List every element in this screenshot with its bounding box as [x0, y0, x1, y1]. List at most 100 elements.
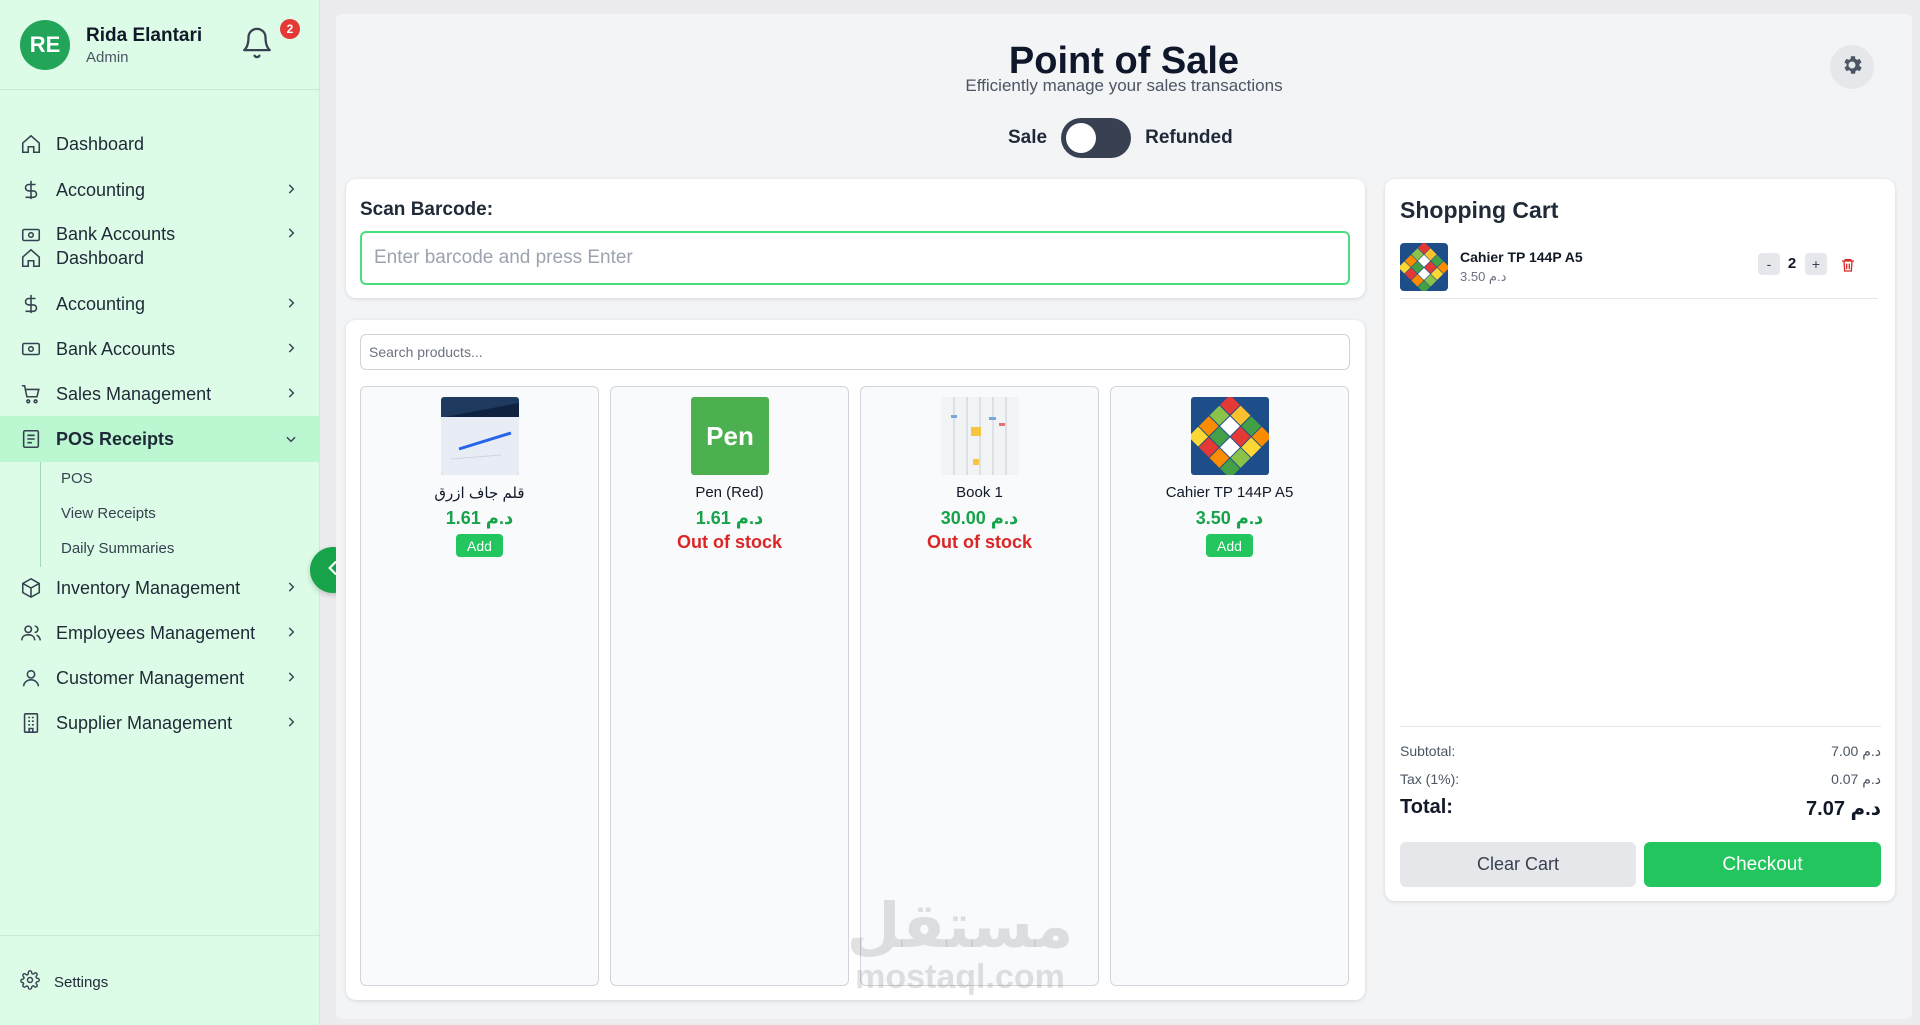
sub-nav: POS View Receipts Daily Summaries — [40, 462, 320, 567]
total-label: Total: — [1400, 796, 1453, 818]
receipt-icon — [20, 428, 42, 450]
mode-label-refunded: Refunded — [1145, 127, 1233, 148]
chevron-right-icon — [284, 341, 298, 355]
product-card[interactable]: قلم جاف ازرق 1.61 د.م Add — [360, 386, 599, 986]
divider — [0, 935, 320, 936]
user-icon — [20, 667, 42, 689]
mode-label-sale: Sale — [1008, 127, 1048, 148]
product-search-input[interactable] — [360, 334, 1350, 370]
nav-accounting-2[interactable]: Accounting — [0, 282, 320, 326]
product-image — [441, 397, 519, 475]
cart-item-name: Cahier TP 144P A5 — [1460, 249, 1583, 265]
chevron-right-icon — [284, 715, 298, 729]
product-image: Pen — [691, 397, 769, 475]
user-role: Admin — [86, 48, 129, 66]
chevron-down-icon — [284, 432, 298, 446]
nav-employees-management[interactable]: Employees Management — [0, 611, 320, 655]
trash-icon[interactable] — [1840, 256, 1856, 274]
subtotal-row: Subtotal: 7.00 د.م — [1400, 743, 1881, 760]
home-icon — [20, 133, 42, 155]
total-value: 7.07 د.م — [1806, 798, 1881, 820]
product-name: Cahier TP 144P A5 — [1165, 484, 1294, 501]
nav-sales-management[interactable]: Sales Management — [0, 372, 320, 416]
nav-supplier-management[interactable]: Supplier Management — [0, 701, 320, 745]
nav-label: Accounting — [56, 179, 146, 200]
tax-row: Tax (1%): 0.07 د.م — [1400, 771, 1881, 788]
avatar: RE — [20, 20, 70, 70]
settings-label: Settings — [54, 974, 109, 991]
total-row: Total: 7.07 د.م — [1400, 796, 1881, 821]
cart-item: Cahier TP 144P A5 3.50 د.م - 2 + — [1400, 243, 1878, 299]
bank-icon — [20, 338, 42, 360]
nav-label: Bank Accounts — [56, 338, 176, 359]
product-card[interactable]: Pen Pen (Red) 1.61 د.م Out of stock — [610, 386, 849, 986]
chevron-right-icon — [284, 670, 298, 684]
settings-link[interactable]: Settings — [20, 970, 108, 995]
page-subtitle: Efficiently manage your sales transactio… — [965, 76, 1283, 95]
nav-pos-receipts[interactable]: POS Receipts — [0, 416, 320, 462]
toggle-knob — [1066, 123, 1097, 153]
mode-toggle[interactable] — [1061, 118, 1132, 158]
bell-icon[interactable] — [240, 26, 274, 60]
nav-customer-management[interactable]: Customer Management — [0, 656, 320, 700]
add-to-cart-button[interactable]: Add — [1206, 534, 1253, 557]
dollar-icon — [20, 179, 42, 201]
tax-value: 0.07 د.م — [1831, 771, 1881, 787]
sub-item-pos[interactable]: POS — [61, 470, 93, 487]
watermark-arabic: مستقل — [846, 892, 1074, 961]
nav-label: Accounting — [56, 293, 146, 314]
nav-dashboard[interactable]: Dashboard — [0, 122, 320, 166]
chevron-right-icon — [284, 580, 298, 594]
home-icon — [20, 247, 42, 269]
checkout-button[interactable]: Checkout — [1644, 842, 1881, 887]
out-of-stock-label: Out of stock — [926, 532, 1032, 552]
nav-inventory-management[interactable]: Inventory Management — [0, 566, 320, 610]
scan-barcode-card: Scan Barcode: — [346, 179, 1365, 298]
dollar-icon — [20, 293, 42, 315]
nav-label: POS Receipts — [56, 428, 175, 449]
chevron-right-icon — [284, 296, 298, 310]
increase-qty-button[interactable]: + — [1805, 253, 1827, 275]
subtotal-label: Subtotal: — [1400, 743, 1456, 759]
product-name: Pen (Red) — [695, 484, 764, 501]
building-icon — [20, 712, 42, 734]
nav-label: Employees Management — [56, 622, 256, 643]
cart-title: Shopping Cart — [1400, 197, 1559, 223]
add-to-cart-button[interactable]: Add — [456, 534, 503, 557]
chevron-right-icon — [284, 386, 298, 400]
cart-item-qty: 2 — [1787, 255, 1797, 272]
nav-dashboard-2[interactable]: Dashboard — [0, 236, 320, 280]
users-icon — [20, 622, 42, 644]
gear-icon — [1840, 53, 1864, 82]
sub-item-daily-summaries[interactable]: Daily Summaries — [61, 540, 174, 557]
decrease-qty-button[interactable]: - — [1758, 253, 1780, 275]
sub-item-view-receipts[interactable]: View Receipts — [61, 505, 156, 522]
subtotal-value: 7.00 د.م — [1831, 743, 1881, 759]
product-image — [1191, 397, 1269, 475]
nav-bank-accounts-2[interactable]: Bank Accounts — [0, 327, 320, 371]
watermark: مستقل mostaql.com — [845, 892, 1075, 996]
chevron-right-icon — [284, 182, 298, 196]
product-card[interactable]: Cahier TP 144P A5 3.50 د.م Add — [1110, 386, 1349, 986]
product-price: 1.61 د.م — [695, 508, 764, 528]
gear-icon — [20, 970, 40, 995]
product-image — [941, 397, 1019, 475]
cart-item-image — [1400, 243, 1448, 291]
mode-toggle-row: Sale Refunded — [1008, 118, 1233, 158]
chevron-right-icon — [284, 625, 298, 639]
product-price: 3.50 د.م — [1195, 508, 1264, 528]
settings-button[interactable] — [1830, 45, 1874, 89]
barcode-input[interactable] — [360, 231, 1350, 285]
nav-label: Inventory Management — [56, 577, 241, 598]
product-price: 30.00 د.م — [940, 508, 1019, 528]
clear-cart-button[interactable]: Clear Cart — [1400, 842, 1636, 887]
nav-label: Sales Management — [56, 383, 212, 404]
watermark-latin: mostaql.com — [855, 958, 1065, 996]
box-icon — [20, 577, 42, 599]
product-price: 1.61 د.م — [445, 508, 514, 528]
nav-accounting[interactable]: Accounting — [0, 168, 320, 212]
shopping-cart: Shopping Cart Cahier TP 144P A5 3.50 د.م… — [1385, 179, 1895, 901]
product-name: Book 1 — [956, 484, 1003, 501]
user-name: Rida Elantari — [86, 24, 203, 46]
nav-label: Dashboard — [56, 247, 145, 268]
